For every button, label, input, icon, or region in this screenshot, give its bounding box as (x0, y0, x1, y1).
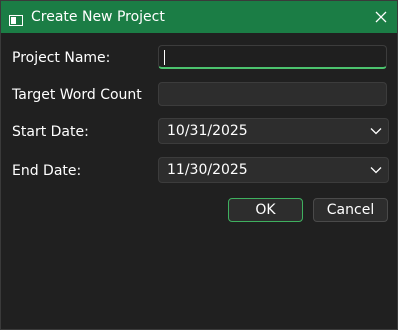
end-date-value: 11/30/2025 (167, 162, 248, 178)
create-project-dialog: Create New Project Project Name: Target … (0, 0, 398, 330)
close-button[interactable] (367, 3, 395, 31)
title-bar: Create New Project (1, 1, 397, 33)
target-word-count-label: Target Word Count (12, 87, 142, 103)
chevron-down-icon (370, 167, 382, 174)
text-caret (164, 50, 165, 65)
end-date-combobox[interactable]: 11/30/2025 (158, 157, 389, 183)
chevron-down-icon (370, 128, 382, 135)
start-date-value: 10/31/2025 (167, 123, 248, 139)
start-date-label: Start Date: (12, 124, 89, 140)
cancel-button[interactable]: Cancel (313, 198, 388, 222)
project-name-input[interactable] (158, 45, 387, 69)
ok-button[interactable]: OK (228, 198, 303, 222)
window-app-icon (9, 11, 23, 26)
project-name-label: Project Name: (12, 50, 111, 66)
end-date-label: End Date: (12, 163, 82, 179)
start-date-combobox[interactable]: 10/31/2025 (158, 118, 389, 144)
target-word-count-input[interactable] (158, 82, 387, 106)
dialog-title: Create New Project (31, 9, 165, 25)
close-icon (375, 11, 387, 23)
